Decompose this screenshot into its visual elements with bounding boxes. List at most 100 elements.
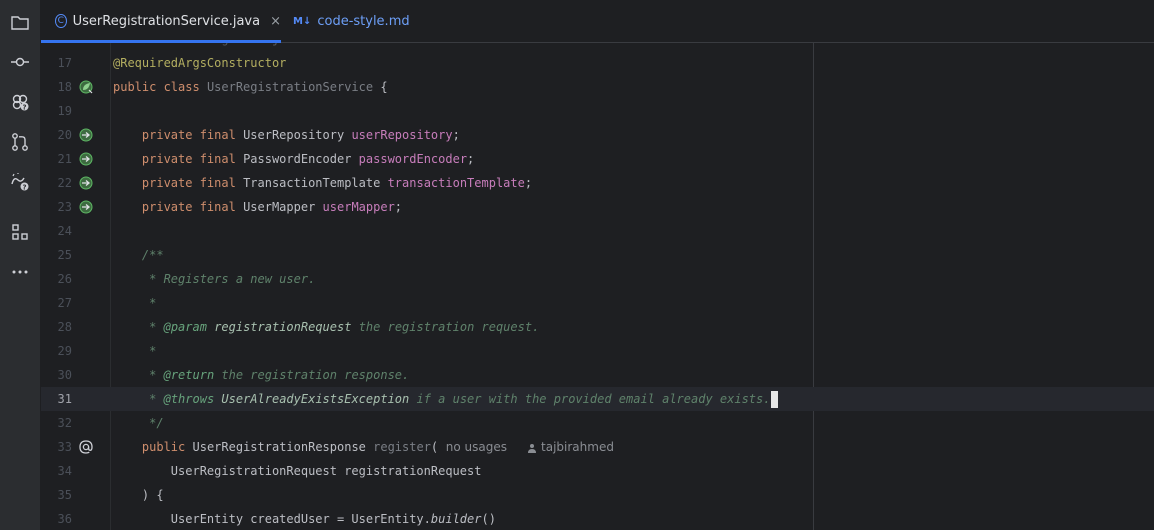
doc-reference: registrationRequest [214,320,352,334]
top-hint: Service no usages tajbirahmed * [113,43,351,51]
code-line: 18 public class UserRegistrationService … [41,75,1154,99]
line-number: 26 [57,272,72,286]
person-icon [528,443,537,453]
type-name: PasswordEncoder [243,152,352,166]
doc-tag: @throws [163,392,215,406]
close-icon[interactable]: × [270,14,281,29]
doc-comment: * Registers a new user. [141,272,316,286]
code-line: 35 ) { [41,483,1154,507]
code-text: ) { [141,488,164,502]
web-endpoint-icon[interactable] [79,440,93,454]
code-line: 36 UserEntity createdUser = UserEntity.b… [41,507,1154,530]
code-text: UserRegistrationRequest registrationRequ… [170,464,482,478]
code-editor[interactable]: Service no usages tajbirahmed * 17 @Requ… [41,43,1154,530]
code-line: 23 private final UserMapper userMapper; [41,195,1154,219]
code-line: 28 * @param registrationRequest the regi… [41,315,1154,339]
code-line: 33 public UserRegistrationResponse regis… [41,435,1154,459]
line-number: 20 [57,128,72,142]
tab-label: UserRegistrationService.java [72,13,261,29]
code-line: 29 * [41,339,1154,363]
code-line: 27 * [41,291,1154,315]
code-text: () [481,512,496,526]
code-line: 24 [41,219,1154,243]
editor-tab-bar: C UserRegistrationService.java × M↓ code… [41,0,1154,43]
line-number: 23 [57,200,72,214]
keyword: private final [141,200,236,214]
doc-comment: * [141,368,164,382]
structure-icon[interactable] [8,220,32,244]
field-name: passwordEncoder [358,152,468,166]
current-line: 31 * @throws UserAlreadyExistsException … [41,387,1154,411]
usages-hint[interactable]: no usages [438,440,507,454]
more-icon[interactable] [8,260,32,284]
doc-comment: the registration request. [351,320,540,334]
line-number: 36 [57,512,72,526]
line-number: 35 [57,488,72,502]
type-name: TransactionTemplate [243,176,381,190]
line-number: 17 [57,56,72,70]
keyword: private final [141,128,236,142]
author-hint[interactable]: tajbirahmed [541,440,614,454]
doc-comment: */ [141,416,164,430]
code-line: 20 private final UserRepository userRepo… [41,123,1154,147]
field-name: userRepository [351,128,453,142]
pull-requests-icon[interactable] [8,130,32,154]
code-line: 25 /** [41,243,1154,267]
code-line: 22 private final TransactionTemplate tra… [41,171,1154,195]
code-text: ; [524,176,533,190]
doc-reference: UserAlreadyExistsException [221,392,410,406]
field-name: transactionTemplate [387,176,525,190]
keyword: public class [113,80,200,94]
tab-user-registration-service[interactable]: C UserRegistrationService.java × [41,0,281,43]
class-icon: C [55,14,67,28]
spring-navigate-icon[interactable] [79,128,93,142]
spring-navigate-icon[interactable] [79,200,93,214]
line-number: 27 [57,296,72,310]
keyword: private final [141,152,236,166]
code-line: 21 private final PasswordEncoder passwor… [41,147,1154,171]
line-number: 31 [57,392,72,406]
keyword: private final [141,176,236,190]
code-text: ; [394,200,403,214]
text-caret [771,391,779,408]
doc-tag: @param [163,320,207,334]
commit-icon[interactable] [8,50,32,74]
method-name: register [373,440,431,454]
code-line: 26 * Registers a new user. [41,267,1154,291]
code-line: 32 */ [41,411,1154,435]
spring-navigate-icon[interactable] [79,152,93,166]
tab-code-style[interactable]: M↓ code-style.md [293,0,410,42]
class-name: UserRegistrationService [206,80,374,94]
type-name: UserRepository [243,128,345,142]
usages-label: no usages [445,440,508,454]
line-number: 22 [57,176,72,190]
annotation: @RequiredArgsConstructor [113,56,287,70]
line-number: 24 [57,224,72,238]
code-line: 30 * @return the registration response. [41,363,1154,387]
spring-bean-icon[interactable] [79,80,93,94]
code-line: Service no usages tajbirahmed * [41,43,1154,51]
ai-assistant-icon[interactable]: ? [8,90,32,114]
line-number: 25 [57,248,72,262]
line-number: 33 [57,440,72,454]
keyword: public [141,440,186,454]
tab-label: code-style.md [317,13,410,29]
line-number: 28 [57,320,72,334]
line-number: 30 [57,368,72,382]
doc-comment: * [141,296,157,310]
code-line: 17 @RequiredArgsConstructor [41,51,1154,75]
ai-help-icon[interactable]: ? [8,170,32,194]
project-icon[interactable] [8,10,32,34]
type-name: UserMapper [243,200,316,214]
line-number: 32 [57,416,72,430]
svg-text:?: ? [22,103,26,111]
code-line: 19 [41,99,1154,123]
markdown-icon: M↓ [293,15,312,27]
tool-window-strip: ? ? [0,0,41,530]
line-number: 19 [57,104,72,118]
spring-navigate-icon[interactable] [79,176,93,190]
code-text: UserEntity createdUser = UserEntity. [170,512,431,526]
line-number: 29 [57,344,72,358]
line-number: 34 [57,464,72,478]
doc-comment: * [141,344,157,358]
